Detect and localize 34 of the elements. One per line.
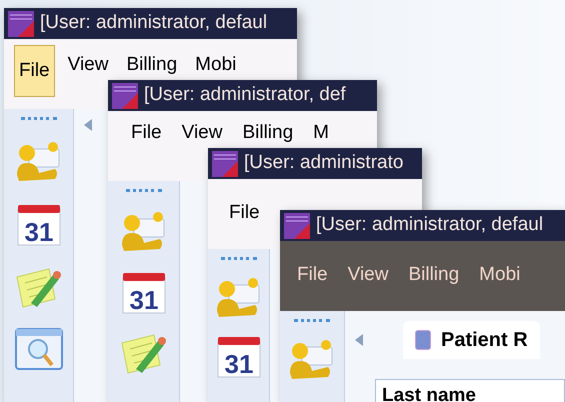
window-title: [User: administrato xyxy=(244,151,404,176)
contacts-icon[interactable] xyxy=(120,209,168,253)
search-window-icon[interactable] xyxy=(14,327,64,371)
app-icon xyxy=(284,212,310,238)
app-icon xyxy=(8,10,34,36)
menu-item[interactable]: View xyxy=(176,121,228,145)
app-icon xyxy=(112,82,138,108)
back-arrow-icon[interactable] xyxy=(355,334,363,346)
contacts-icon[interactable] xyxy=(214,275,262,319)
last-name-field[interactable]: Last name xyxy=(375,379,565,402)
menu-item[interactable]: Billing xyxy=(237,121,298,145)
patient-tab[interactable]: Patient R xyxy=(403,321,540,359)
record-icon xyxy=(415,330,431,350)
menu-item[interactable]: View xyxy=(62,53,114,77)
menu-item[interactable]: Mobi xyxy=(190,53,242,77)
grip-handle[interactable] xyxy=(126,189,162,193)
grip-handle[interactable] xyxy=(20,117,56,121)
window-title: [User: administrator, def xyxy=(144,83,346,108)
menu-item[interactable]: M xyxy=(308,121,334,145)
menu-item[interactable]: File xyxy=(292,263,333,287)
menu-item[interactable]: View xyxy=(342,263,394,287)
menu-item[interactable]: Billing xyxy=(403,263,464,287)
window-title: [User: administrator, defaul xyxy=(316,213,544,238)
menu-item[interactable]: Billing xyxy=(121,53,182,77)
menu-item[interactable]: File xyxy=(224,201,265,225)
grip-handle[interactable] xyxy=(220,257,256,261)
menu-item[interactable]: File xyxy=(126,121,167,145)
app-icon xyxy=(212,150,238,176)
contacts-icon[interactable] xyxy=(14,139,62,183)
grip-handle[interactable] xyxy=(294,319,330,323)
back-arrow-icon[interactable] xyxy=(84,119,92,131)
window-title: [User: administrator, defaul xyxy=(40,11,268,36)
menu-item[interactable]: File xyxy=(14,45,55,97)
menu-item[interactable]: Mobi xyxy=(474,263,526,287)
